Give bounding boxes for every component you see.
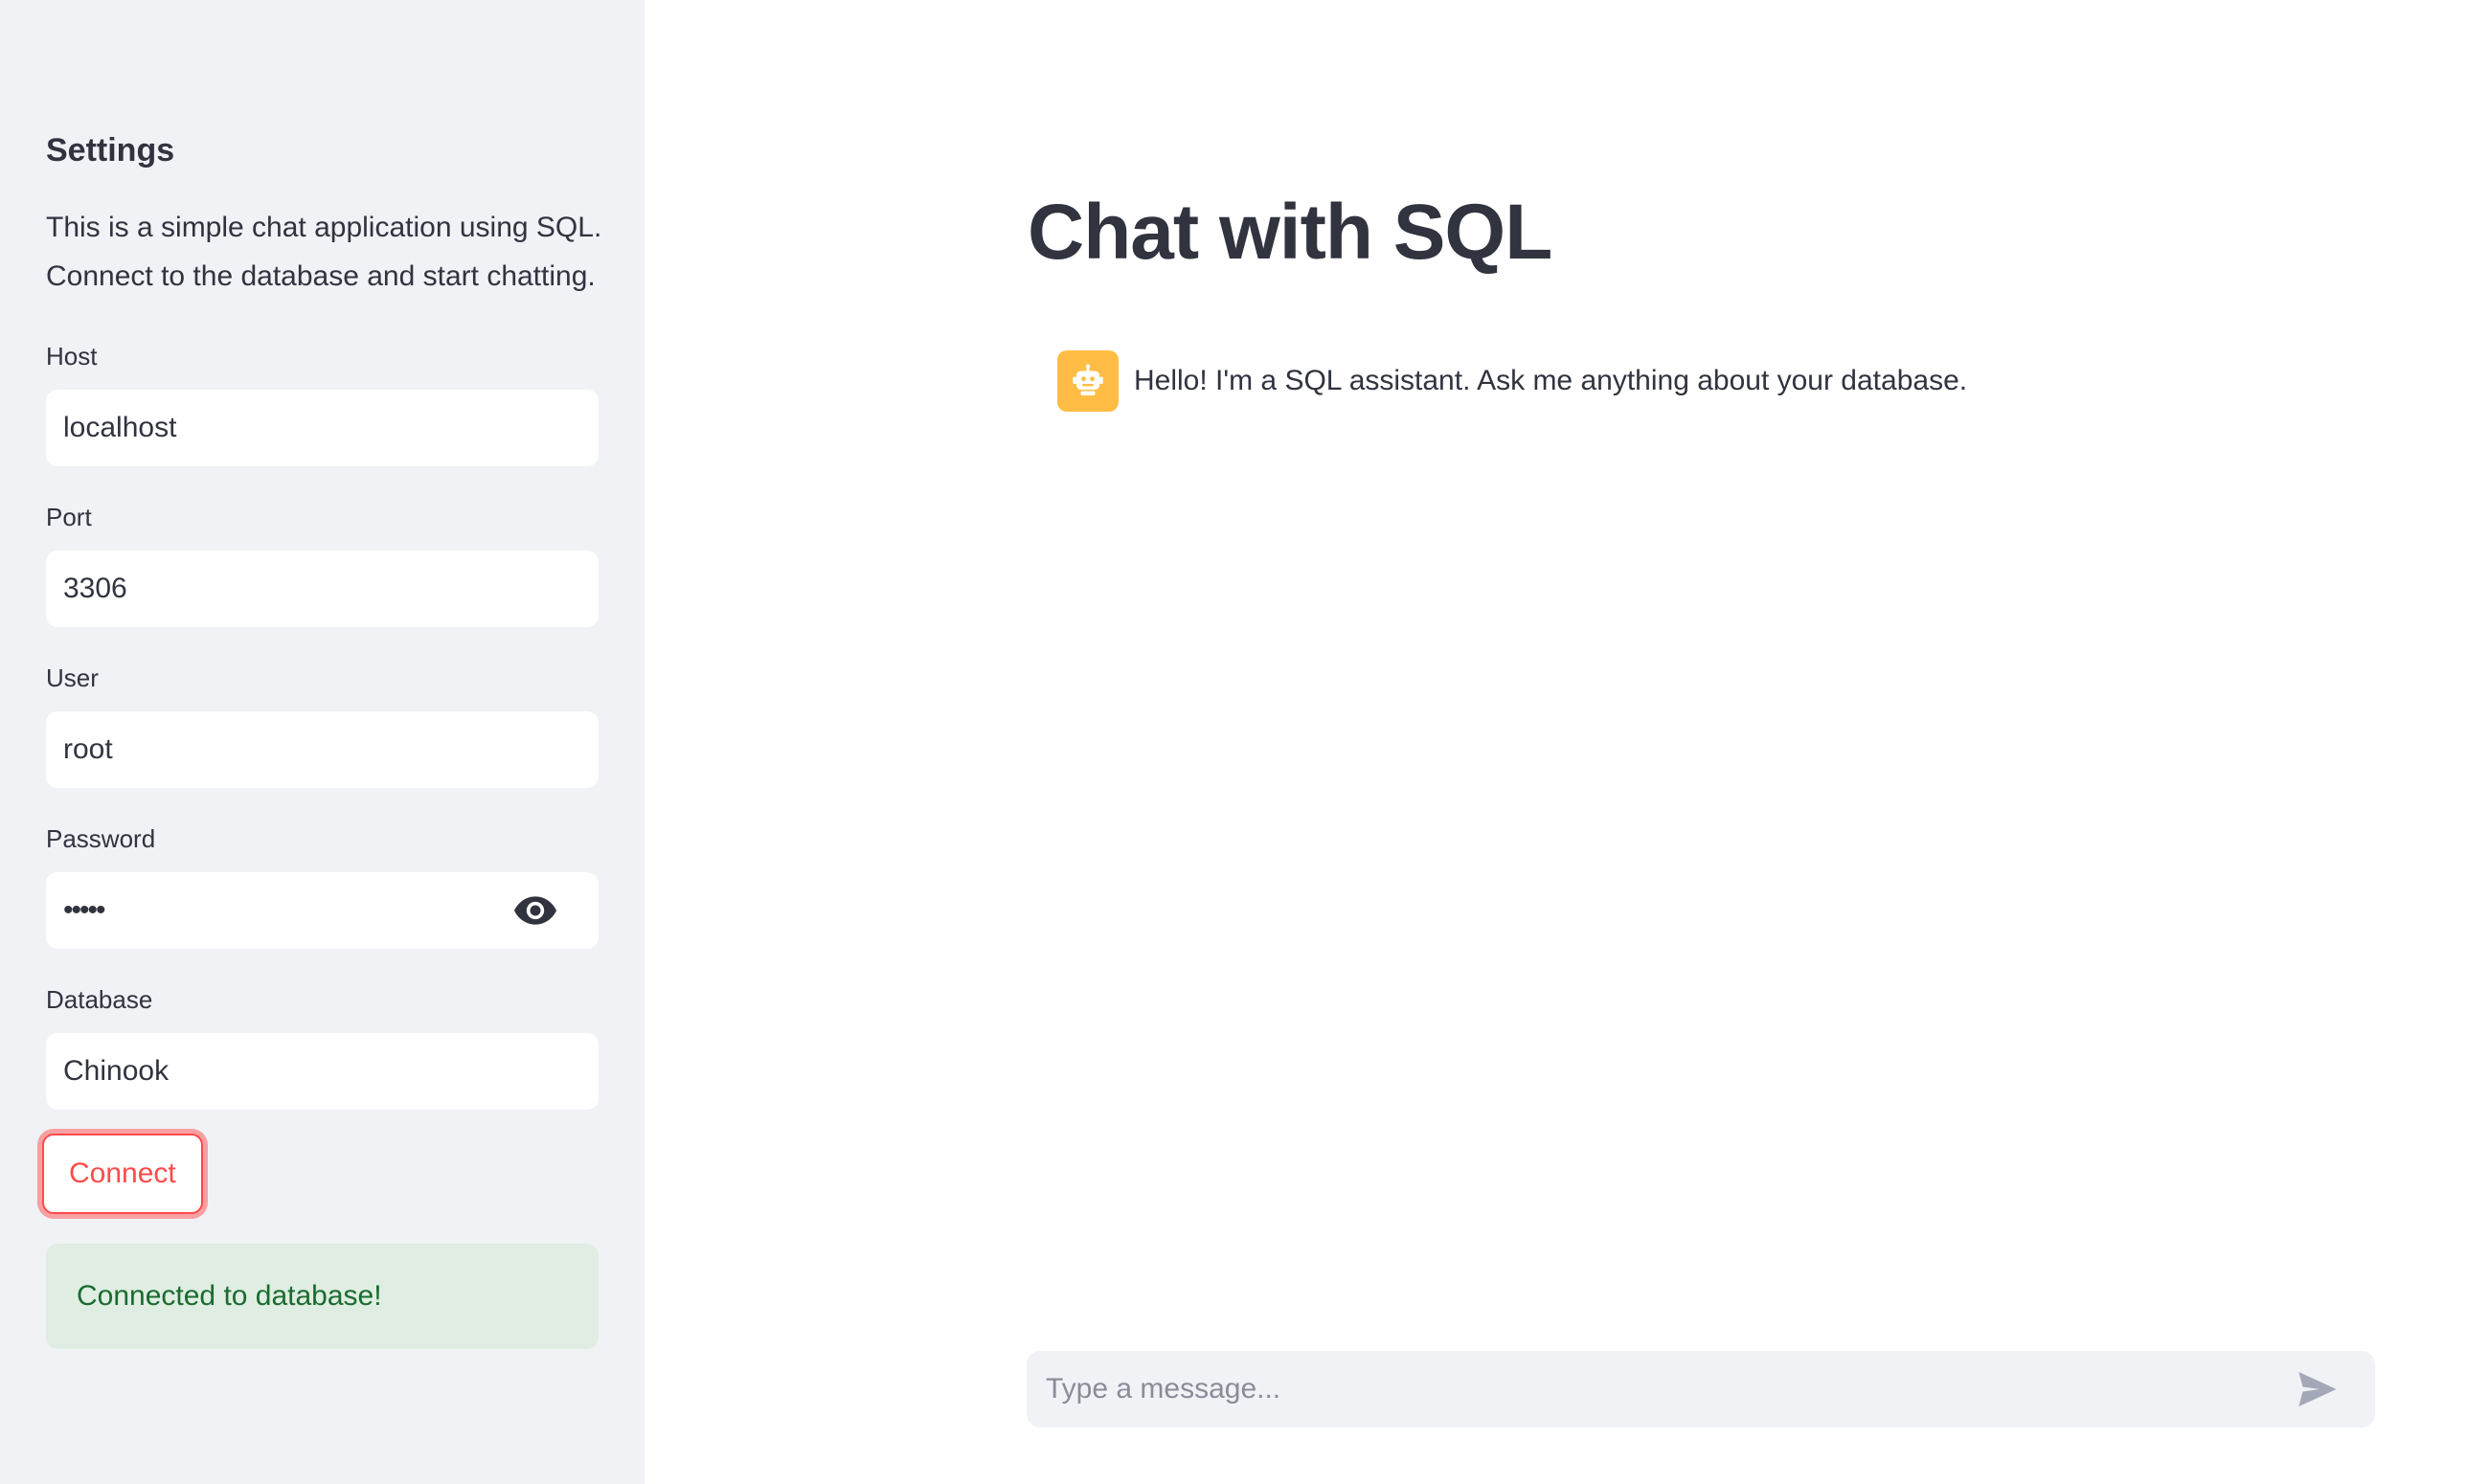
user-input[interactable] [63, 733, 581, 766]
send-icon[interactable] [2298, 1372, 2337, 1406]
connect-button[interactable]: Connect [42, 1134, 203, 1214]
status-message: Connected to database! [77, 1280, 382, 1312]
main-area: Chat with SQL Hello! I'm a SQL assistant… [645, 0, 2467, 1484]
host-field: Host [46, 340, 599, 466]
password-input[interactable] [63, 894, 581, 927]
sidebar-description: This is a simple chat application using … [46, 212, 602, 292]
message-text: Hello! I'm a SQL assistant. Ask me anyth… [1134, 365, 1968, 396]
app-window: Settings This is a simple chat applicati… [0, 0, 2467, 1484]
eye-icon[interactable] [514, 895, 556, 926]
chat-input[interactable] [1044, 1372, 2298, 1406]
status-alert: Connected to database! [46, 1244, 599, 1349]
host-label: Host [46, 342, 98, 371]
port-field: Port [46, 501, 599, 627]
chat-message: Hello! I'm a SQL assistant. Ask me anyth… [1057, 350, 1967, 412]
user-input-wrapper [46, 711, 599, 788]
database-input-wrapper [46, 1033, 599, 1110]
database-label: Database [46, 985, 153, 1014]
user-field: User [46, 662, 599, 788]
sidebar: Settings This is a simple chat applicati… [0, 0, 645, 1484]
port-label: Port [46, 503, 92, 531]
sidebar-title: Settings [46, 132, 175, 169]
password-input-wrapper [46, 872, 599, 949]
database-field: Database [46, 983, 599, 1110]
robot-icon-glyph [1073, 364, 1103, 395]
chat-input-bar [1027, 1351, 2375, 1428]
database-input[interactable] [63, 1055, 581, 1088]
password-field: Password [46, 822, 599, 949]
port-input[interactable] [63, 573, 581, 605]
user-label: User [46, 663, 99, 692]
port-input-wrapper [46, 551, 599, 627]
page-title: Chat with SQL [1028, 189, 1552, 276]
host-input[interactable] [63, 412, 581, 444]
robot-icon [1057, 350, 1119, 412]
password-label: Password [46, 824, 156, 853]
host-input-wrapper [46, 390, 599, 466]
